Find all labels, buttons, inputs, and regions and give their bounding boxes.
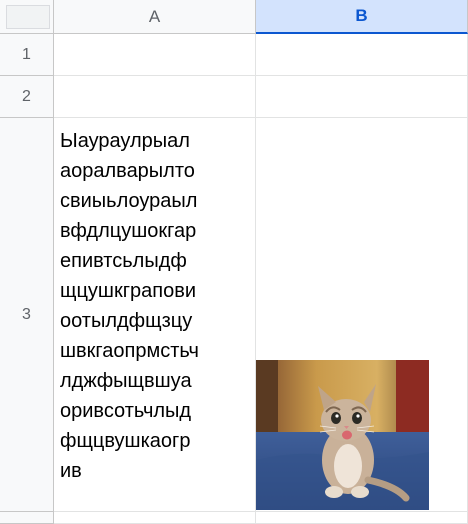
select-all-corner[interactable] bbox=[0, 0, 54, 34]
row-header-3[interactable]: 3 bbox=[0, 118, 54, 512]
cell-a3[interactable]: Ыаураулрыал аоралварылто свиыьлоураыл вф… bbox=[54, 118, 256, 512]
row-header-2[interactable]: 2 bbox=[0, 76, 54, 118]
kitten-photo-icon[interactable] bbox=[256, 360, 429, 510]
cell-a4[interactable] bbox=[54, 512, 256, 524]
column-header-b[interactable]: B bbox=[256, 0, 468, 34]
row-header-1[interactable]: 1 bbox=[0, 34, 54, 76]
cell-a2[interactable] bbox=[54, 76, 256, 118]
row-header-4[interactable] bbox=[0, 512, 54, 524]
cell-b2[interactable] bbox=[256, 76, 468, 118]
spreadsheet-grid: A B 1 2 3 Ыаураулрыал аоралварылто свиыь… bbox=[0, 0, 468, 524]
column-header-a[interactable]: A bbox=[54, 0, 256, 34]
cell-b1[interactable] bbox=[256, 34, 468, 76]
cell-a1[interactable] bbox=[54, 34, 256, 76]
cell-b4[interactable] bbox=[256, 512, 468, 524]
